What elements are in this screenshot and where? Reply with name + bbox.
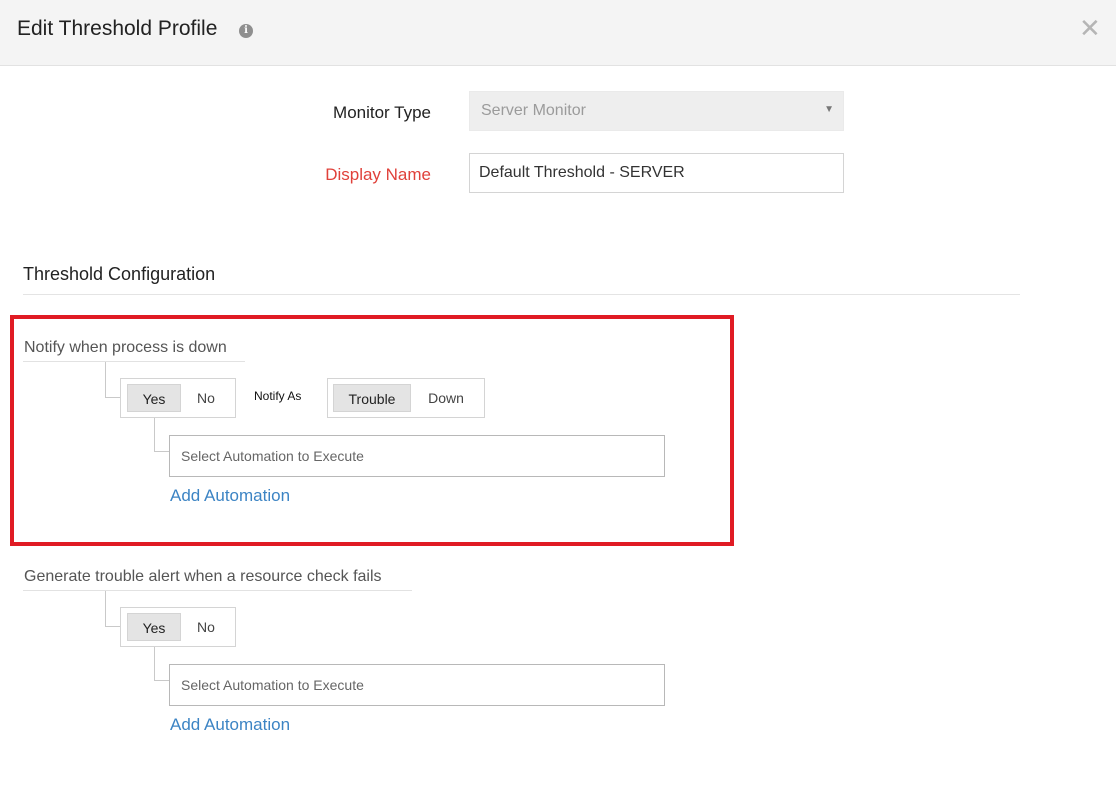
dialog-header: Edit Threshold Profile i ✕ (0, 0, 1116, 66)
rule-underline (23, 361, 245, 362)
display-name-label: Display Name (325, 165, 431, 184)
notify-as-label: Notify As (254, 389, 302, 403)
section-title: Threshold Configuration (23, 264, 216, 284)
notify-as-toggle[interactable]: Trouble Down (327, 378, 485, 418)
resource-check-toggle[interactable]: Yes No (120, 607, 236, 647)
process-down-toggle[interactable]: Yes No (120, 378, 236, 418)
rule-label-process-down: Notify when process is down (24, 339, 227, 356)
notify-as-trouble[interactable]: Trouble (333, 384, 411, 412)
tree-connector (105, 362, 121, 398)
display-name-input[interactable] (469, 153, 844, 193)
section-divider (23, 294, 1020, 295)
monitor-type-value: Server Monitor (481, 102, 586, 119)
caret-down-icon: ▼ (824, 104, 834, 115)
automation-select-input[interactable] (169, 435, 665, 477)
toggle-yes[interactable]: Yes (127, 613, 181, 641)
rule-label-resource-check: Generate trouble alert when a resource c… (24, 568, 382, 585)
add-automation-link[interactable]: Add Automation (170, 715, 290, 735)
notify-as-down[interactable]: Down (414, 384, 478, 412)
tree-connector (154, 647, 170, 681)
toggle-yes[interactable]: Yes (127, 384, 181, 412)
info-icon[interactable]: i (239, 24, 253, 38)
add-automation-link[interactable]: Add Automation (170, 486, 290, 506)
monitor-type-label: Monitor Type (333, 103, 431, 122)
tree-connector (105, 591, 121, 627)
toggle-no[interactable]: No (183, 384, 229, 412)
monitor-type-select[interactable]: Server Monitor ▼ (469, 91, 844, 131)
rule-underline (23, 590, 412, 591)
tree-connector (154, 418, 170, 452)
close-icon[interactable]: ✕ (1079, 14, 1101, 42)
automation-select-input[interactable] (169, 664, 665, 706)
toggle-no[interactable]: No (183, 613, 229, 641)
dialog-title: Edit Threshold Profile (17, 17, 218, 40)
